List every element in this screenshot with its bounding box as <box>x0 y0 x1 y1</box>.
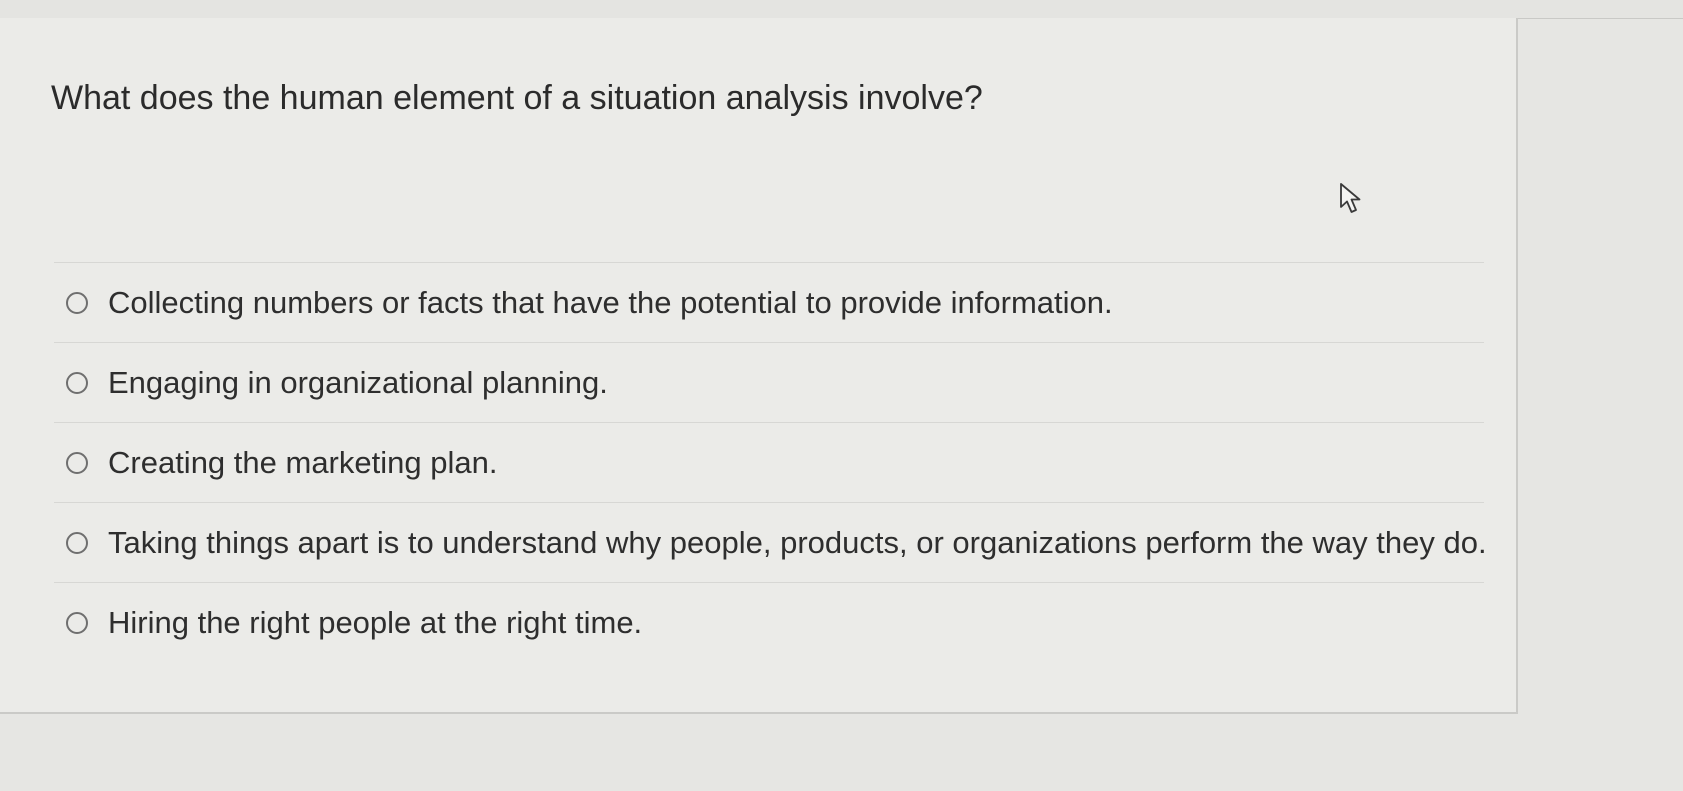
answer-options: Collecting numbers or facts that have th… <box>54 262 1487 662</box>
question-card: What does the human element of a situati… <box>0 18 1518 714</box>
mouse-pointer-icon <box>1340 183 1361 213</box>
radio-unselected-icon[interactable] <box>66 371 88 394</box>
radio-unselected-icon[interactable] <box>66 531 88 554</box>
answer-option-1[interactable]: Collecting numbers or facts that have th… <box>54 262 1484 342</box>
answer-option-label: Hiring the right people at the right tim… <box>108 604 643 640</box>
answer-option-label: Collecting numbers or facts that have th… <box>108 284 1113 320</box>
radio-unselected-icon[interactable] <box>66 451 88 474</box>
answer-option-2[interactable]: Engaging in organizational planning. <box>54 342 1484 422</box>
answer-option-label: Taking things apart is to understand why… <box>108 524 1487 560</box>
answer-option-label: Engaging in organizational planning. <box>108 364 608 400</box>
answer-option-3[interactable]: Creating the marketing plan. <box>54 422 1484 502</box>
answer-option-4[interactable]: Taking things apart is to understand why… <box>54 502 1487 582</box>
radio-unselected-icon[interactable] <box>66 611 88 634</box>
question-text: What does the human element of a situati… <box>51 79 983 117</box>
top-strip <box>0 0 1683 19</box>
answer-option-label: Creating the marketing plan. <box>108 444 498 480</box>
answer-option-5[interactable]: Hiring the right people at the right tim… <box>54 582 1484 662</box>
radio-unselected-icon[interactable] <box>66 291 88 314</box>
